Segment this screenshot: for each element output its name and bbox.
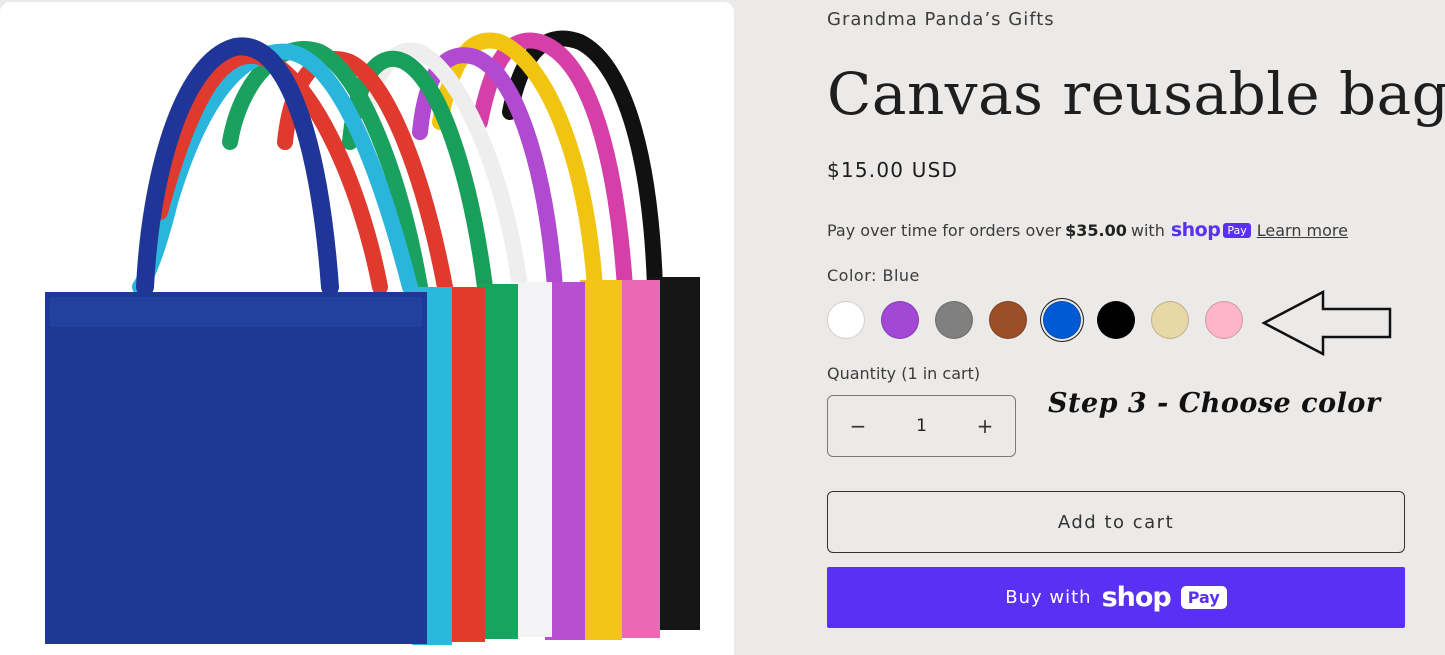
shop-pay-logo: shop Pay [1171,219,1251,241]
quantity-stepper: − + [827,395,1016,457]
product-title: Canvas reusable bag [827,60,1445,128]
pay-badge: Pay [1180,586,1227,609]
add-to-cart-button[interactable]: Add to cart [827,491,1405,553]
color-swatch-brown[interactable] [989,301,1027,339]
color-swatch-purple[interactable] [881,301,919,339]
buy-with-shop-pay-button[interactable]: Buy with shop Pay [827,567,1405,628]
installments-notice: Pay over time for orders over $35.00 wit… [827,219,1348,241]
color-swatch-blue[interactable] [1043,301,1081,339]
step-annotation: Step 3 - Choose color [1048,388,1381,419]
quantity-label: Quantity (1 in cart) [827,364,981,383]
color-swatch-black[interactable] [1097,301,1135,339]
vendor-name: Grandma Panda’s Gifts [827,9,1055,30]
color-swatch-natural[interactable] [1151,301,1189,339]
color-swatches [827,301,1243,339]
color-swatch-white[interactable] [827,301,865,339]
shop-word: shop [1170,219,1221,241]
tote-bags-photo [45,30,700,645]
product-image[interactable] [0,2,734,655]
shop-logo: shop [1101,582,1172,613]
buy-with-label: Buy with [1005,587,1092,608]
quantity-increase-button[interactable]: + [955,414,1015,438]
installments-prefix: Pay over time for orders over [827,220,1062,240]
pay-pill: Pay [1223,222,1251,238]
color-label: Color: Blue [827,266,920,285]
learn-more-link[interactable]: Learn more [1257,221,1348,240]
quantity-input[interactable] [889,415,954,437]
installments-suffix: with [1130,220,1165,240]
quantity-decrease-button[interactable]: − [828,414,888,438]
color-swatch-pink[interactable] [1205,301,1243,339]
color-swatch-gray[interactable] [935,301,973,339]
installments-threshold: $35.00 [1065,220,1127,240]
product-price: $15.00 USD [827,158,959,182]
left-arrow-outline-icon [1261,290,1392,356]
